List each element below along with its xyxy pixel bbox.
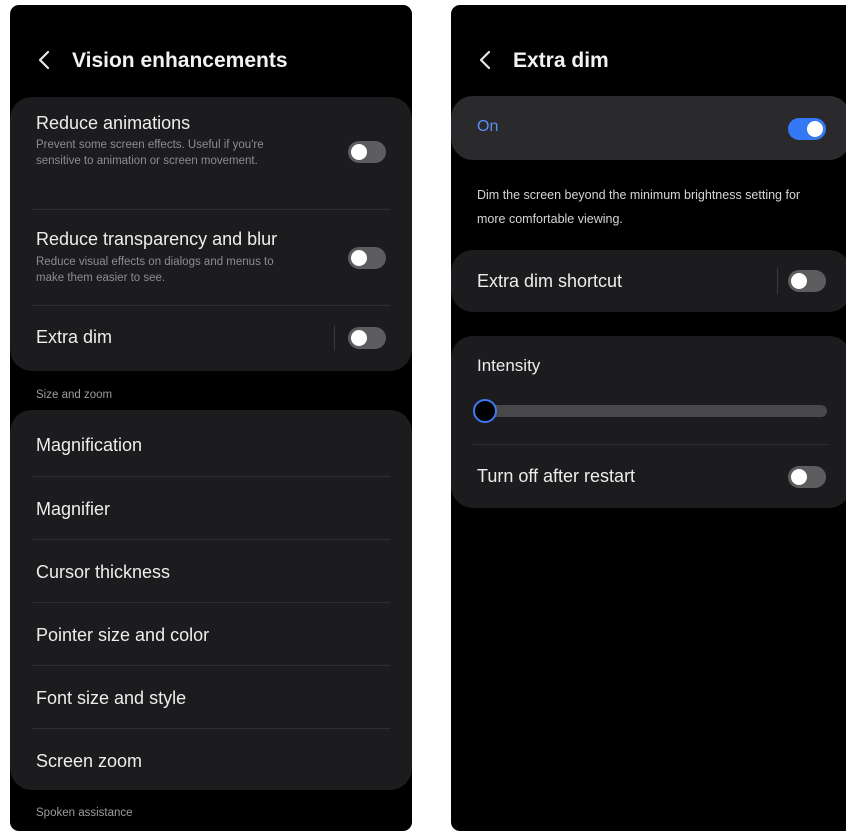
list-item-magnifier[interactable]: Magnifier (10, 477, 412, 539)
extra-dim-row[interactable]: Extra dim (10, 306, 412, 371)
extra-dim-shortcut-row[interactable]: Extra dim shortcut (451, 250, 846, 312)
turn-off-after-restart-toggle[interactable] (788, 466, 826, 488)
row-separator (777, 268, 778, 294)
intensity-label: Intensity (477, 356, 541, 375)
list-item-screen-zoom[interactable]: Screen zoom (10, 729, 412, 790)
turn-off-after-restart-label: Turn off after restart (477, 466, 636, 486)
list-item-label: Magnification (36, 435, 143, 455)
chevron-left-icon[interactable] (475, 48, 495, 72)
reduce-transparency-description: Reduce visual effects on dialogs and men… (36, 256, 274, 284)
reduce-transparency-title: Reduce transparency and blur (36, 229, 278, 249)
page-title: Vision enhancements (72, 49, 288, 72)
master-switch-label: On (477, 118, 499, 135)
reduce-animations-toggle[interactable] (348, 141, 386, 163)
page-title: Extra dim (513, 49, 609, 72)
extra-dim-screen: Extra dim On Dim the screen beyond the m… (451, 5, 846, 831)
list-item-label: Font size and style (36, 688, 187, 708)
spoken-assistance-section-label: Spoken assistance (36, 807, 133, 819)
shortcut-label: Extra dim shortcut (477, 271, 623, 291)
chevron-left-icon[interactable] (34, 48, 54, 72)
intensity-slider-thumb[interactable] (473, 399, 497, 423)
row-separator (334, 325, 335, 351)
vision-header: Vision enhancements (10, 5, 412, 87)
reduce-animations-description: Prevent some screen effects. Useful if y… (36, 139, 264, 167)
extra-dim-toggle[interactable] (348, 327, 386, 349)
intensity-row: Intensity (451, 336, 846, 444)
vision-enhancements-screen: Vision enhancements Reduce animations Pr… (10, 5, 412, 831)
list-item-font-size-style[interactable]: Font size and style (10, 666, 412, 728)
intensity-card: Intensity Turn off after restart (451, 336, 846, 508)
display-effects-card: Reduce animations Prevent some screen ef… (10, 97, 412, 371)
list-item-magnification[interactable]: Magnification (10, 410, 412, 473)
list-item-label: Pointer size and color (36, 625, 210, 645)
shortcut-toggle[interactable] (788, 270, 826, 292)
reduce-transparency-toggle[interactable] (348, 247, 386, 269)
list-item-pointer-size-color[interactable]: Pointer size and color (10, 603, 412, 665)
master-switch-toggle[interactable] (788, 118, 826, 140)
extra-dim-header: Extra dim (451, 5, 846, 87)
intensity-slider-track[interactable] (475, 405, 827, 417)
list-item-cursor-thickness[interactable]: Cursor thickness (10, 540, 412, 602)
list-item-label: Screen zoom (36, 751, 143, 771)
size-zoom-section-label: Size and zoom (36, 389, 113, 401)
reduce-animations-row[interactable]: Reduce animations Prevent some screen ef… (10, 97, 412, 209)
extra-dim-description: Dim the screen beyond the minimum bright… (477, 188, 801, 226)
turn-off-after-restart-row[interactable]: Turn off after restart (451, 445, 846, 508)
list-item-label: Cursor thickness (36, 562, 171, 582)
size-zoom-card: Magnification Magnifier Cursor thickness… (10, 410, 412, 790)
reduce-transparency-row[interactable]: Reduce transparency and blur Reduce visu… (10, 210, 412, 304)
extra-dim-title: Extra dim (36, 327, 113, 347)
shortcut-card: Extra dim shortcut (451, 250, 846, 312)
master-switch-bar[interactable]: On (451, 96, 846, 160)
reduce-animations-title: Reduce animations (36, 113, 191, 133)
list-item-label: Magnifier (36, 499, 111, 519)
